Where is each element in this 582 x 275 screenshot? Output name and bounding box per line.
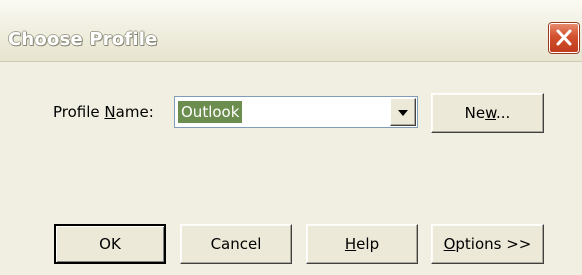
- new-label-prefix: Ne: [464, 104, 486, 122]
- title-bar[interactable]: Choose Profile: [0, 0, 582, 62]
- help-button[interactable]: Help: [306, 224, 418, 264]
- profile-name-label: Profile Name:: [53, 103, 154, 121]
- window-title: Choose Profile: [8, 29, 158, 50]
- profile-label-suffix: ame:: [115, 103, 154, 121]
- close-icon: [556, 29, 572, 46]
- close-button[interactable]: [549, 23, 579, 53]
- new-label-mnemonic: w: [485, 104, 497, 122]
- cancel-button[interactable]: Cancel: [180, 224, 292, 264]
- chevron-down-icon: [398, 110, 408, 116]
- new-label-suffix: ...: [496, 104, 511, 122]
- ok-button[interactable]: OK: [54, 224, 166, 264]
- options-label-suffix: ptions >>: [455, 235, 532, 253]
- profile-label-mnemonic: N: [104, 103, 116, 121]
- help-label-mnemonic: H: [344, 235, 357, 253]
- new-profile-button[interactable]: New...: [431, 93, 544, 133]
- profile-name-combobox[interactable]: Outlook: [174, 96, 418, 128]
- profile-label-prefix: Profile: [53, 103, 105, 121]
- dropdown-button[interactable]: [390, 98, 416, 126]
- options-button[interactable]: Options >>: [431, 224, 544, 264]
- help-label-suffix: elp: [356, 235, 380, 253]
- cancel-label: Cancel: [210, 235, 262, 253]
- options-label-mnemonic: O: [443, 235, 456, 253]
- profile-name-value: Outlook: [178, 101, 243, 123]
- ok-label: OK: [99, 235, 121, 253]
